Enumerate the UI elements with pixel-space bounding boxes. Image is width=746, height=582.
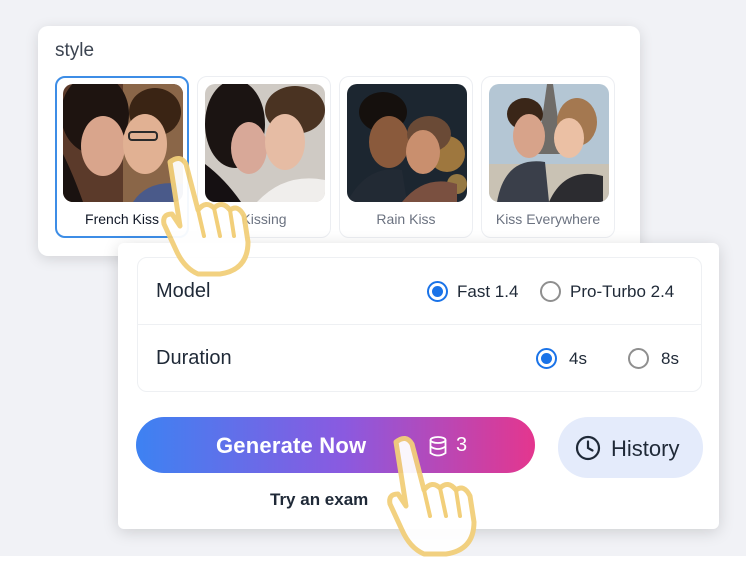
radio-unselected-icon <box>628 348 649 369</box>
history-label: History <box>611 436 680 461</box>
radio-unselected-icon <box>540 281 561 302</box>
duration-option-4s-label: 4s <box>569 348 587 368</box>
generate-now-button[interactable]: Generate Now 3 <box>136 417 535 473</box>
model-row: Model Fast 1.4 Pro-Turbo 2.4 <box>138 258 701 325</box>
style-label-rain-kiss: Rain Kiss <box>376 211 436 227</box>
style-tile-rain-kiss[interactable]: Rain Kiss <box>339 76 473 238</box>
radio-selected-icon <box>536 348 557 369</box>
generate-now-label: Generate Now <box>216 433 367 458</box>
history-button[interactable]: History <box>558 417 703 478</box>
style-thumbnail-kiss-everywhere <box>489 84 609 202</box>
model-option-fast[interactable]: Fast 1.4 <box>427 281 518 302</box>
style-label-kissing: Kissing <box>241 211 287 227</box>
duration-row: Duration 4s 8s <box>138 325 701 392</box>
style-label-french-kiss: French Kiss <box>85 211 159 227</box>
style-tile-kissing[interactable]: Kissing <box>197 76 331 238</box>
duration-label: Duration <box>156 347 232 369</box>
generation-panel: Model Fast 1.4 Pro-Turbo 2.4 Duration 4s… <box>118 243 719 529</box>
options-box: Model Fast 1.4 Pro-Turbo 2.4 Duration 4s… <box>137 257 702 392</box>
style-label-kiss-everywhere: Kiss Everywhere <box>495 211 601 227</box>
try-example-link[interactable]: Try an exam <box>270 490 368 510</box>
model-label: Model <box>156 280 211 302</box>
credit-cost: 3 <box>456 434 468 456</box>
radio-selected-icon <box>427 281 448 302</box>
duration-option-8s[interactable]: 8s <box>628 348 679 369</box>
style-thumbnail-kissing <box>205 84 325 202</box>
model-option-pro-turbo[interactable]: Pro-Turbo 2.4 <box>540 281 674 302</box>
style-thumbnail-rain-kiss <box>347 84 467 202</box>
style-thumbnail-french-kiss <box>63 84 183 202</box>
model-option-pro-turbo-label: Pro-Turbo 2.4 <box>570 281 675 301</box>
duration-option-4s[interactable]: 4s <box>536 348 587 369</box>
style-card: style French Kiss Kissing Rain Kiss Kiss… <box>38 26 640 256</box>
duration-option-8s-label: 8s <box>661 348 679 368</box>
style-tile-french-kiss[interactable]: French Kiss <box>55 76 189 238</box>
style-tile-kiss-everywhere[interactable]: Kiss Everywhere <box>481 76 615 238</box>
database-icon <box>429 436 447 457</box>
style-section-title: style <box>55 40 95 61</box>
clock-icon <box>575 435 601 461</box>
model-option-fast-label: Fast 1.4 <box>457 281 519 301</box>
